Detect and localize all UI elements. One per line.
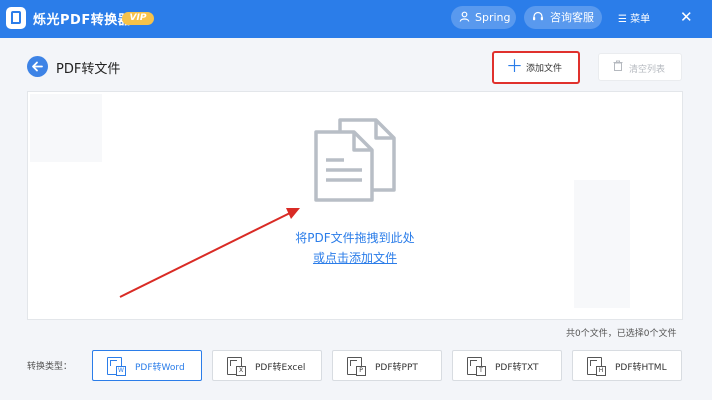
file-count-status: 共0个文件，已选择0个文件 [566,329,677,339]
vip-badge[interactable]: VIP [122,12,154,25]
customer-service-button[interactable]: 咨询客服 [524,6,602,29]
file-drop-zone[interactable]: 将PDF文件拖拽到此处 或点击添加文件 [27,91,683,320]
word-file-icon: W [107,357,126,376]
close-button[interactable]: ✕ [680,8,693,26]
app-logo-icon [6,7,26,29]
hamburger-icon: ☰ [618,14,627,25]
ppt-file-icon: P [347,357,366,376]
customer-service-label: 咨询客服 [550,11,594,24]
page-title: PDF转文件 [56,62,121,77]
txt-file-icon: T [467,357,486,376]
add-file-label: 添加文件 [526,64,563,74]
excel-file-icon: X [227,357,246,376]
convert-to-word-button[interactable]: W PDF转Word [92,350,202,381]
convert-to-html-button[interactable]: H PDF转HTML [572,350,682,381]
app-title: 烁光PDF转换器 [33,13,132,28]
menu-label: 菜单 [630,14,651,25]
convert-option-label: PDF转TXT [495,363,539,373]
convert-option-label: PDF转Excel [255,363,306,373]
clear-list-button[interactable]: 清空列表 [598,53,682,81]
convert-option-label: PDF转PPT [375,363,418,373]
add-file-button[interactable]: ＋ 添加文件 [492,51,580,84]
user-account-button[interactable]: Spring [451,6,516,29]
convert-option-label: PDF转HTML [615,363,667,373]
plus-icon: ＋ [506,57,523,77]
user-name: Spring [475,11,511,24]
user-icon [459,6,470,29]
conversion-type-label: 转换类型： [27,362,73,372]
trash-icon [613,60,623,74]
back-button[interactable] [27,56,48,77]
pointer-arrow-annotation [119,208,300,298]
convert-to-txt-button[interactable]: T PDF转TXT [452,350,562,381]
headset-icon [532,6,544,29]
arrow-left-icon [32,61,43,72]
convert-to-excel-button[interactable]: X PDF转Excel [212,350,322,381]
menu-button[interactable]: ☰ 菜单 [618,10,650,25]
convert-option-label: PDF转Word [135,363,185,373]
title-bar: 烁光PDF转换器 VIP Spring 咨询客服 ☰ 菜单 ✕ [0,0,712,38]
convert-to-ppt-button[interactable]: P PDF转PPT [332,350,442,381]
html-file-icon: H [587,357,606,376]
clear-list-label: 清空列表 [629,65,666,75]
